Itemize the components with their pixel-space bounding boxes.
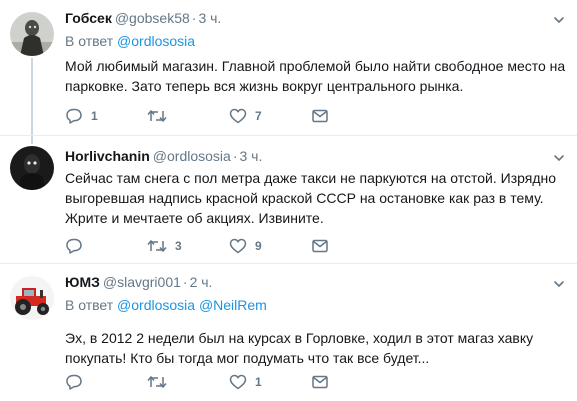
- reply-context: В ответ @ordlososia: [65, 30, 567, 52]
- like-button[interactable]: 7: [229, 108, 311, 124]
- like-count: 1: [255, 375, 262, 389]
- like-count: 7: [255, 109, 262, 123]
- avatar[interactable]: [10, 12, 54, 56]
- reply-button[interactable]: [65, 238, 147, 254]
- like-button[interactable]: 9: [229, 238, 311, 254]
- separator-dot: ·: [182, 274, 188, 290]
- tweet-text: Мой любимый магазин. Главной проблемой б…: [65, 58, 566, 94]
- reply-button[interactable]: [65, 374, 147, 390]
- retweet-icon: [147, 239, 167, 253]
- tweet-3[interactable]: ЮМЗ @slavgri001 · 2 ч. В ответ @ordlososia …: [0, 264, 577, 401]
- reply-count: 1: [91, 109, 98, 123]
- heart-icon: [229, 108, 247, 124]
- reply-mention[interactable]: @NeilRem: [199, 297, 267, 313]
- chevron-down-icon[interactable]: [553, 278, 565, 290]
- envelope-icon: [312, 109, 328, 123]
- tweet-text: Сейчас там снега с пол метра даже такси …: [65, 170, 557, 226]
- timestamp[interactable]: 3 ч.: [240, 148, 263, 164]
- tweet-text: Эх, в 2012 2 недели был на курсах в Горл…: [65, 330, 534, 366]
- retweet-icon: [147, 375, 167, 389]
- reply-button[interactable]: 1: [65, 108, 147, 124]
- retweet-icon: [147, 109, 167, 123]
- tweet-2[interactable]: Horlivchanin @ordlososia · 3 ч. Сейчас там …: [0, 136, 577, 263]
- tweet-header: Гобсек @gobsek58 · 3 ч.: [65, 8, 567, 28]
- avatar-image-icon: [10, 146, 54, 190]
- display-name[interactable]: ЮМЗ: [65, 274, 100, 290]
- reply-mention[interactable]: @ordlososia: [117, 297, 195, 313]
- like-count: 9: [255, 239, 262, 253]
- username[interactable]: @ordlososia: [153, 148, 231, 164]
- tweet-1[interactable]: Гобсек @gobsek58 · 3 ч. В ответ @ordlososia…: [0, 0, 577, 135]
- like-button[interactable]: 1: [229, 374, 311, 390]
- avatar-image-icon: [10, 12, 54, 56]
- reply-prefix: В ответ: [65, 297, 114, 313]
- tweet-actions: 1 7: [65, 106, 393, 126]
- heart-icon: [229, 374, 247, 390]
- retweet-button[interactable]: [147, 108, 229, 124]
- display-name[interactable]: Гобсек: [65, 10, 112, 26]
- tweet-actions: 3 9: [65, 236, 393, 256]
- username[interactable]: @slavgri001: [103, 274, 181, 290]
- reply-mention[interactable]: @ordlososia: [117, 33, 195, 49]
- tweet-header: Horlivchanin @ordlososia · 3 ч.: [65, 146, 567, 166]
- timestamp[interactable]: 2 ч.: [190, 274, 213, 290]
- reply-icon: [66, 374, 82, 390]
- reply-icon: [66, 108, 82, 124]
- avatar[interactable]: [10, 276, 54, 320]
- timestamp[interactable]: 3 ч.: [198, 10, 221, 26]
- reply-icon: [66, 238, 82, 254]
- retweet-button[interactable]: [147, 374, 229, 390]
- message-button[interactable]: [311, 238, 393, 254]
- heart-icon: [229, 238, 247, 254]
- retweet-button[interactable]: 3: [147, 238, 229, 254]
- message-button[interactable]: [311, 108, 393, 124]
- message-button[interactable]: [311, 374, 393, 390]
- tweet-header: ЮМЗ @slavgri001 · 2 ч.: [65, 272, 567, 292]
- chevron-down-icon[interactable]: [553, 152, 565, 164]
- reply-prefix: В ответ: [65, 33, 114, 49]
- envelope-icon: [312, 375, 328, 389]
- display-name[interactable]: Horlivchanin: [65, 148, 150, 164]
- tractor-icon: [10, 276, 54, 320]
- separator-dot: ·: [232, 148, 238, 164]
- envelope-icon: [312, 239, 328, 253]
- separator-dot: ·: [191, 10, 197, 26]
- tweet-actions: 1: [65, 372, 393, 392]
- avatar[interactable]: [10, 146, 54, 190]
- reply-context: В ответ @ordlososia @NeilRem: [65, 294, 567, 316]
- chevron-down-icon[interactable]: [553, 14, 565, 26]
- username[interactable]: @gobsek58: [115, 10, 190, 26]
- retweet-count: 3: [175, 239, 182, 253]
